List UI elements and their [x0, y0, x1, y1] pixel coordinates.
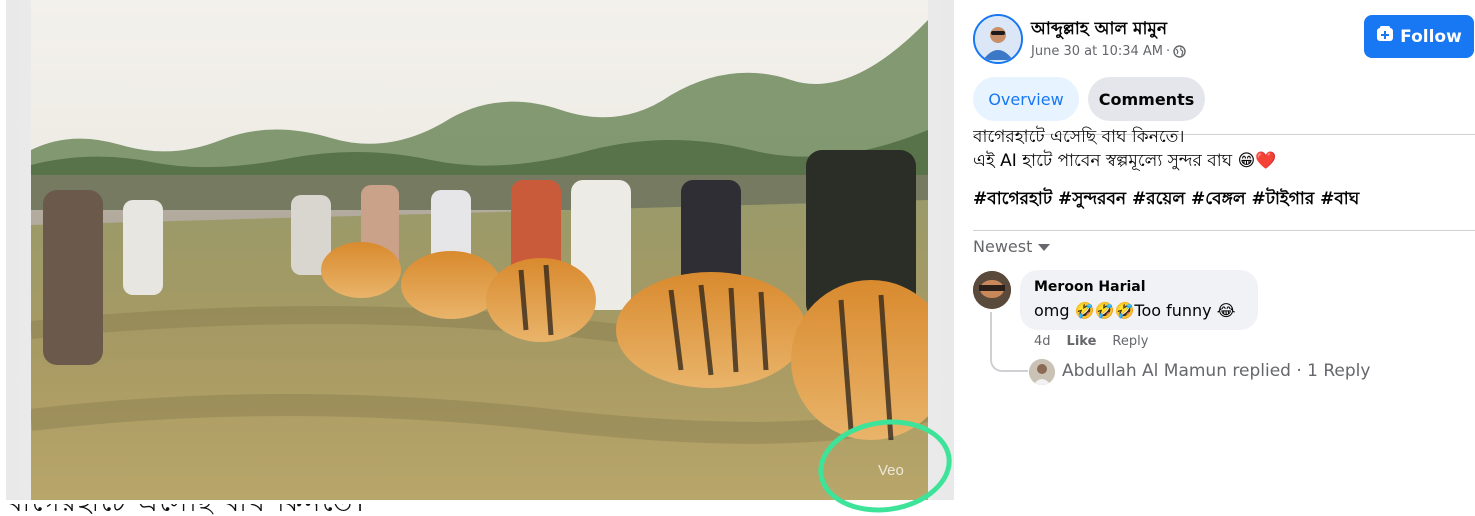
cut-off-caption: বাগেরহাটে এসেছি বাঘ কিনতে।	[8, 504, 948, 516]
follow-button-label: Follow	[1400, 26, 1462, 47]
commenter-name[interactable]: Meroon Harial	[1034, 279, 1244, 295]
cut-off-caption-text: বাগেরহাটে এসেছি বাঘ কিনতে।	[8, 504, 948, 516]
post-photo[interactable]	[31, 0, 928, 500]
tab-comments-label: Comments	[1098, 89, 1195, 109]
post-meta: June 30 at 10:34 AM ·	[1031, 44, 1186, 59]
post-hashtags[interactable]: #বাগেরহাট #সুন্দরবন #রয়েল #বেঙ্গল #টাইগ…	[973, 186, 1359, 214]
comment-sort-label: Newest	[973, 237, 1033, 256]
author-avatar[interactable]	[973, 14, 1023, 64]
meta-separator: ·	[1166, 44, 1171, 59]
tab-comments[interactable]: Comments	[1088, 77, 1205, 121]
comment-actions: 4d Like Reply	[1034, 334, 1148, 349]
reply-button[interactable]: Reply	[1112, 334, 1148, 349]
comment-text: omg 🤣🤣🤣Too funny 😂	[1034, 301, 1236, 320]
post-caption: বাগেরহাটে এসেছি বাঘ কিনতে। এই AI হাটে পা…	[973, 127, 1473, 174]
globe-icon	[1173, 45, 1186, 58]
comment-age[interactable]: 4d	[1034, 334, 1051, 349]
comment-bubble: Meroon Harial omg 🤣🤣🤣Too funny 😂	[1020, 270, 1258, 330]
ai-watermark: Veo	[878, 462, 904, 479]
chevron-down-icon	[1038, 244, 1051, 251]
replier-avatar[interactable]	[1029, 359, 1055, 385]
add-friend-icon	[1376, 25, 1394, 48]
tab-overview[interactable]: Overview	[973, 77, 1079, 121]
author-name[interactable]: আব্দুল্লাহ আল মামুন	[1031, 16, 1167, 44]
like-button[interactable]: Like	[1067, 334, 1097, 349]
follow-button[interactable]: Follow	[1364, 15, 1474, 58]
post-caption-line-1: বাগেরহাটে এসেছি বাঘ কিনতে।	[973, 127, 1185, 145]
reply-thread-line	[990, 312, 1028, 372]
comment-sort-dropdown[interactable]: Newest	[973, 237, 1051, 256]
tab-overview-label: Overview	[988, 89, 1064, 109]
view-replies-link[interactable]: Abdullah Al Mamun replied · 1 Reply	[1062, 361, 1370, 381]
commenter-avatar[interactable]	[973, 271, 1011, 309]
media-viewer: Veo বাগেরহাটে এসেছি বাঘ কিনতে।	[0, 0, 958, 516]
divider	[973, 230, 1475, 231]
post-details-panel: আব্দুল্লাহ আল মামুন June 30 at 10:34 AM …	[955, 0, 1475, 516]
post-timestamp[interactable]: June 30 at 10:34 AM	[1031, 44, 1163, 59]
post-caption-line-2: এই AI হাটে পাবেন স্বল্পমূল্যে সুন্দর বাঘ…	[973, 151, 1277, 171]
